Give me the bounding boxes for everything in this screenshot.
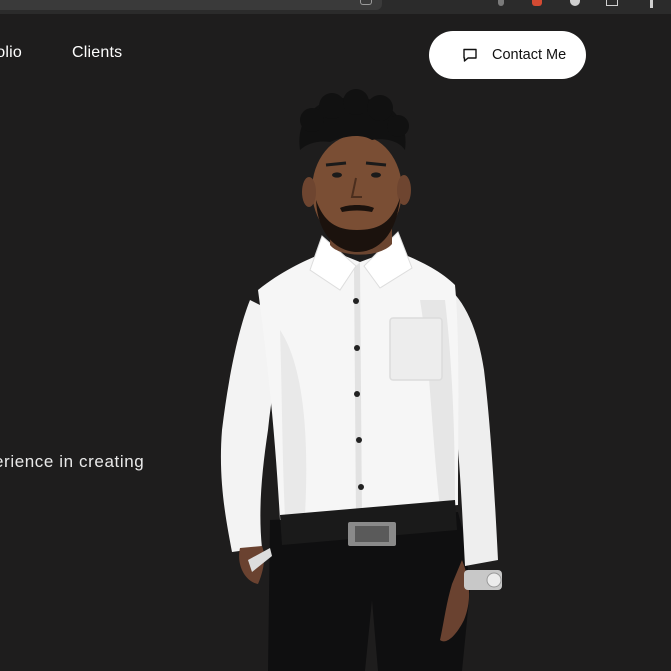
hero-description: erience in creating — [0, 452, 145, 471]
contact-me-label: Contact Me — [492, 47, 567, 63]
nav-link-portfolio[interactable]: tfolio — [0, 44, 22, 62]
profile-photo — [220, 89, 502, 671]
chat-bubble-icon — [462, 47, 478, 63]
nav-link-clients[interactable]: Clients — [72, 44, 122, 62]
contact-me-button[interactable]: Contact Me — [429, 31, 586, 79]
page: tfolio Clients Contact Me erience in cre… — [0, 0, 671, 671]
